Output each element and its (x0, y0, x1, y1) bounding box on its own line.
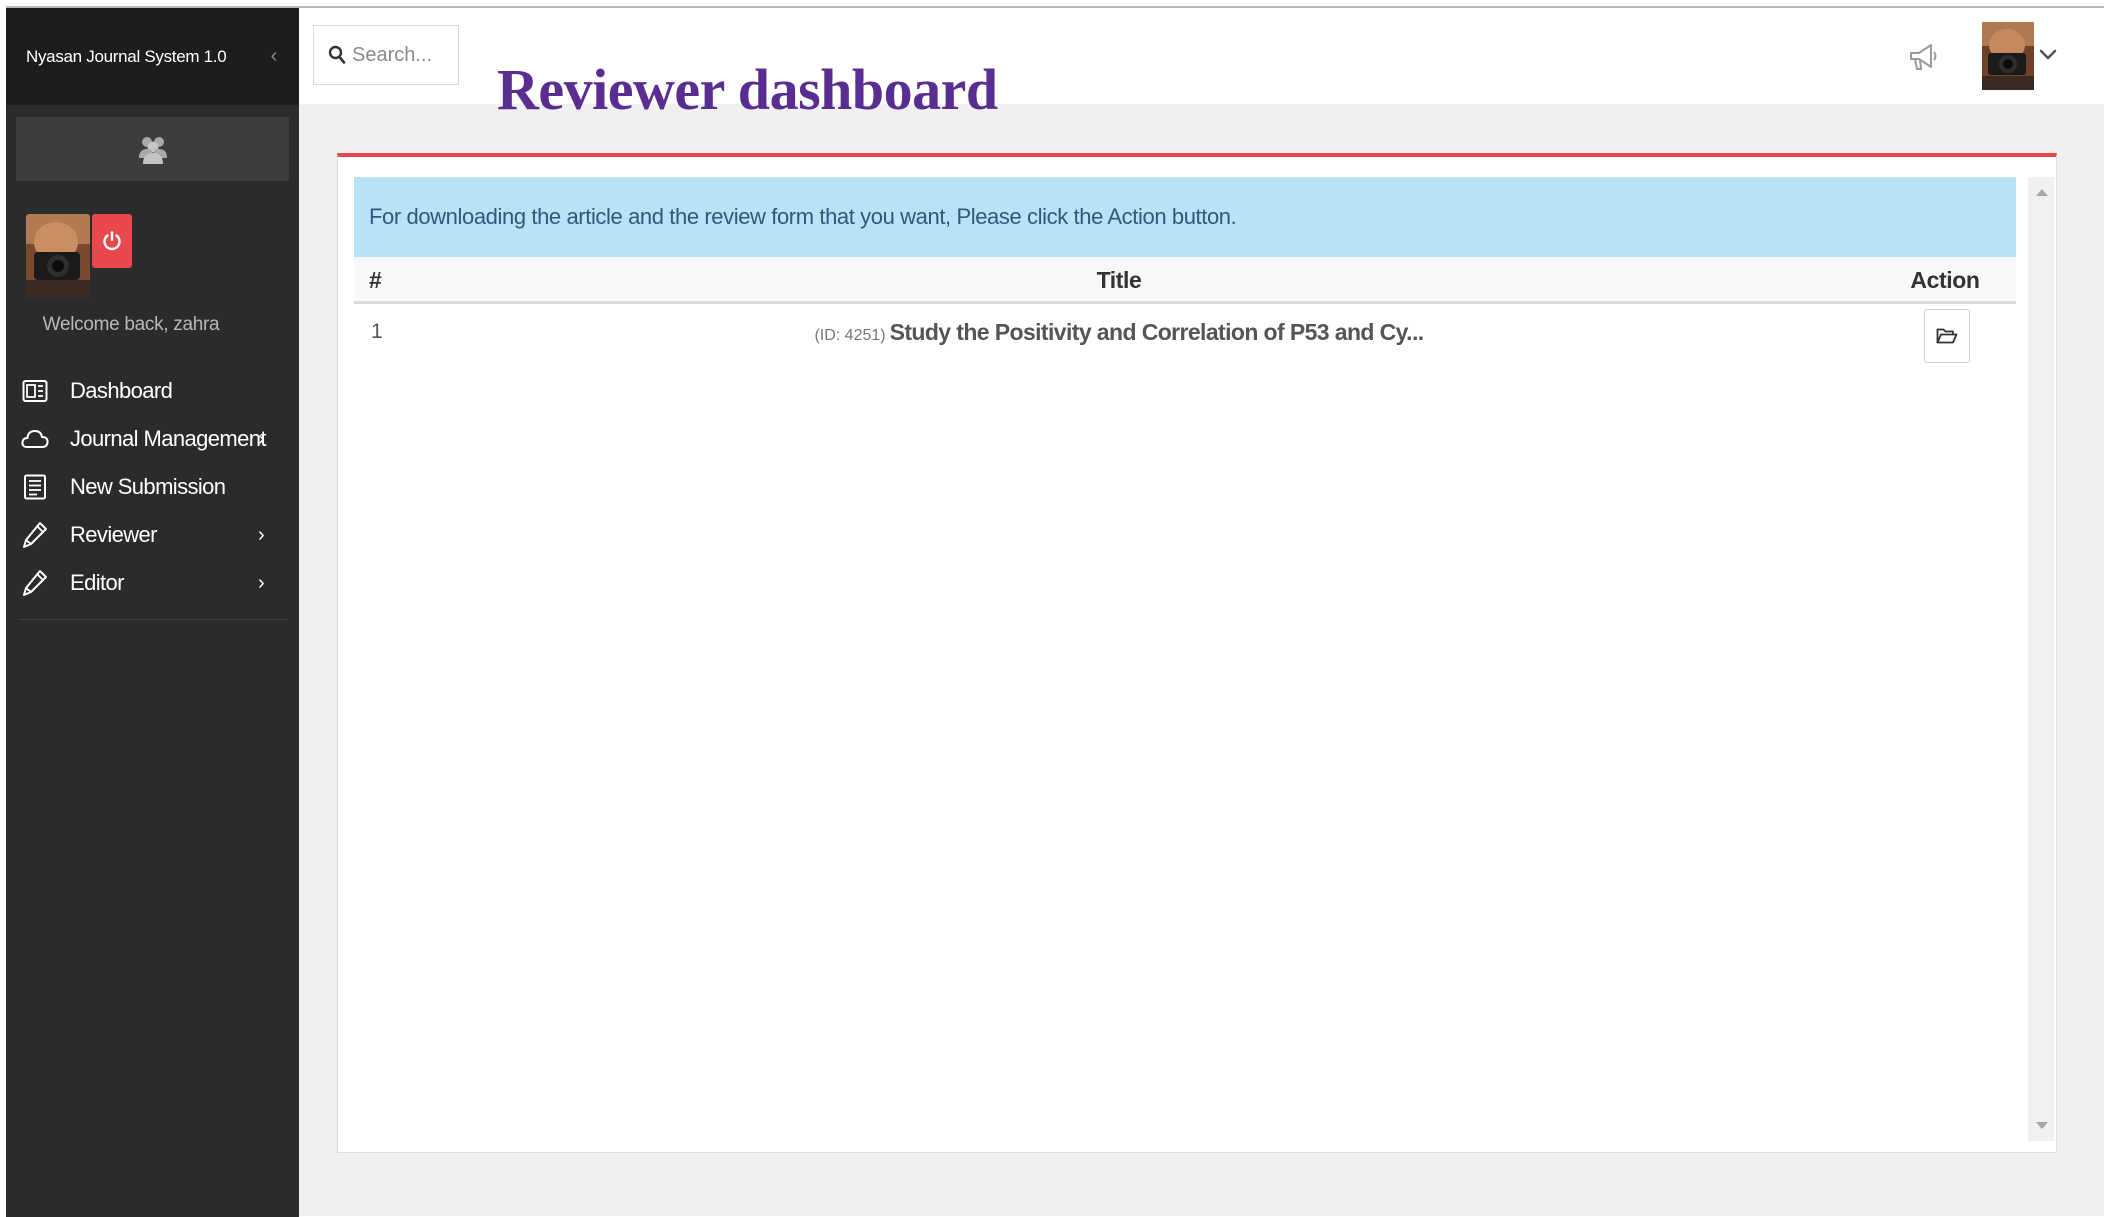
info-alert: For downloading the article and the revi… (354, 177, 2016, 257)
users-icon (138, 137, 167, 164)
document-icon (20, 472, 50, 502)
sidebar-item-label: Editor (70, 570, 124, 595)
avatar[interactable] (26, 214, 90, 298)
user-profile-block: Welcome back, zahra (6, 181, 299, 367)
top-bar: Search... Reviewer dashboard (299, 8, 2104, 122)
chevron-right-icon: › (258, 571, 265, 594)
column-header-title: Title (1096, 267, 1142, 293)
vertical-scrollbar[interactable] (2028, 177, 2054, 1141)
user-group-button[interactable] (16, 117, 289, 181)
collapse-sidebar-icon[interactable]: ‹ (271, 45, 278, 68)
pencil-icon (20, 568, 50, 598)
welcome-message: Welcome back, zahra (42, 314, 220, 335)
brand-bar: Nyasan Journal System 1.0 ‹ (6, 8, 299, 105)
dashboard-icon (20, 376, 50, 406)
sidebar-item-journal-management[interactable]: Journal Management › (6, 415, 299, 463)
megaphone-icon[interactable] (1907, 40, 1941, 79)
scroll-up-icon[interactable] (2036, 189, 2048, 196)
page-title: Reviewer dashboard (497, 57, 998, 122)
article-id: (ID: 4251) (814, 327, 886, 344)
power-icon (103, 231, 121, 251)
app-window: Nyasan Journal System 1.0 ‹ Welcome back… (6, 6, 2104, 1217)
scroll-down-icon[interactable] (2036, 1122, 2048, 1129)
sidebar-item-label: Reviewer (70, 522, 158, 547)
column-header-action: Action (1910, 267, 1980, 293)
sidebar-item-label: Journal Management (70, 426, 266, 451)
sidebar-item-label: Dashboard (70, 378, 173, 403)
pencil-icon (20, 520, 50, 550)
action-button[interactable] (1924, 309, 1970, 363)
sidebar-item-editor[interactable]: Editor › (6, 559, 299, 607)
content-panel: For downloading the article and the revi… (337, 153, 2057, 1153)
table-row: 1 (ID: 4251) Study the Positivity and Cor… (354, 304, 2016, 370)
sidebar-item-label: New Submission (70, 474, 226, 499)
article-title[interactable]: Study the Positivity and Correlation of … (890, 319, 1425, 345)
sidebar-item-dashboard[interactable]: Dashboard (6, 367, 299, 415)
sidebar-nav: Dashboard Journal Management › New Submi… (6, 367, 299, 607)
sidebar-item-reviewer[interactable]: Reviewer › (6, 511, 299, 559)
sidebar-item-new-submission[interactable]: New Submission (6, 463, 299, 511)
cloud-icon (20, 424, 50, 454)
search-icon (328, 45, 346, 65)
sidebar: Nyasan Journal System 1.0 ‹ Welcome back… (6, 8, 299, 1217)
user-avatar[interactable] (1982, 22, 2034, 90)
search-placeholder: Search... (352, 43, 433, 66)
search-input[interactable]: Search... (313, 25, 459, 85)
logout-button[interactable] (92, 214, 132, 268)
chevron-down-icon[interactable] (2039, 48, 2057, 66)
reviews-table: # Title Action 1 (ID: 4251) Study the Pos… (354, 257, 2016, 370)
brand-title: Nyasan Journal System 1.0 (26, 46, 227, 66)
chevron-right-icon: › (258, 427, 265, 450)
nav-divider (18, 619, 287, 620)
folder-open-icon (1936, 328, 1958, 344)
row-title: (ID: 4251) Study the Positivity and Corre… (354, 319, 1884, 346)
chevron-right-icon: › (258, 523, 265, 546)
table-header: # Title Action (354, 257, 2016, 304)
